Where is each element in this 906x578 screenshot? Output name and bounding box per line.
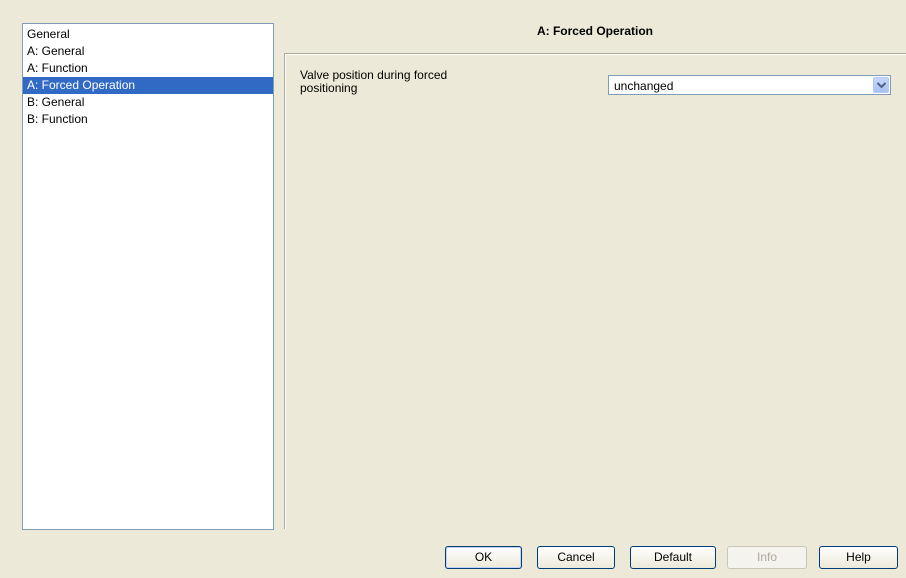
parameter-row: Valve position during forced positioning — [300, 69, 500, 95]
parameter-panel: Valve position during forced positioning… — [284, 53, 906, 529]
nav-item-b-general[interactable]: B: General — [23, 94, 273, 111]
info-button: Info — [727, 546, 807, 569]
parameter-label: Valve position during forced positioning — [300, 69, 500, 95]
default-button[interactable]: Default — [630, 546, 716, 569]
parameter-label-line2: positioning — [300, 81, 358, 95]
chevron-down-icon[interactable] — [873, 77, 889, 93]
nav-item-a-function[interactable]: A: Function — [23, 60, 273, 77]
navigation-list: General A: General A: Function A: Forced… — [23, 24, 273, 128]
nav-item-b-function[interactable]: B: Function — [23, 111, 273, 128]
nav-item-a-forced-operation[interactable]: A: Forced Operation — [23, 77, 273, 94]
valve-position-select[interactable]: unchanged — [608, 75, 891, 95]
cancel-button[interactable]: Cancel — [537, 546, 615, 569]
dialog-window: General A: General A: Function A: Forced… — [0, 0, 906, 578]
navigation-tree[interactable]: General A: General A: Function A: Forced… — [22, 23, 274, 530]
nav-item-general[interactable]: General — [23, 26, 273, 43]
ok-button[interactable]: OK — [445, 546, 522, 569]
nav-item-a-general[interactable]: A: General — [23, 43, 273, 60]
select-value: unchanged — [614, 79, 674, 93]
page-title: A: Forced Operation — [536, 24, 653, 38]
help-button[interactable]: Help — [819, 546, 898, 569]
chevron-down-glyph — [877, 82, 886, 89]
